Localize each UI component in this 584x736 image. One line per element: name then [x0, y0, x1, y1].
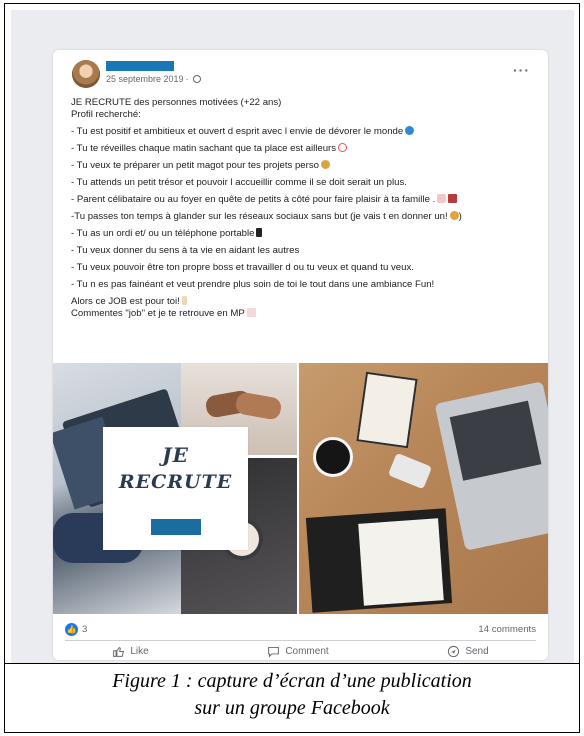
avatar[interactable]: [72, 60, 100, 88]
caption-divider: [4, 663, 580, 664]
like-reaction-icon: 👍: [65, 623, 78, 636]
facebook-post: 25 septembre 2019 · ··· JE RECRUTE des p…: [53, 50, 548, 660]
reactions-count: 3: [82, 624, 88, 635]
envelope-emoji-icon: [246, 308, 256, 317]
gift-emoji-icon: [448, 194, 458, 203]
post-date[interactable]: 25 septembre 2019: [106, 74, 184, 84]
post-line: Commentes "job" et je te retrouve en MP: [71, 308, 536, 320]
banner-line-2: RECRUTE: [118, 471, 233, 493]
post-photo-grid[interactable]: JE RECRUTE: [53, 363, 548, 614]
money-bag-emoji-icon: [320, 160, 330, 169]
post-line: - Tu veux pouvoir être ton propre boss e…: [71, 262, 414, 273]
reactions-summary[interactable]: 👍 3: [65, 623, 87, 636]
banner-bar: [151, 519, 201, 535]
post-line: - Tu te réveilles chaque matin sachant q…: [71, 143, 536, 155]
figure-caption: Figure 1 : capture d’écran d’une publica…: [4, 668, 580, 722]
recruit-banner: JE RECRUTE: [103, 427, 248, 550]
author-name-redacted[interactable]: [106, 61, 174, 71]
caption-line-1: Figure 1 : capture d’écran d’une publica…: [112, 670, 472, 692]
more-icon[interactable]: ···: [513, 62, 530, 78]
caption-line-2: sur un groupe Facebook: [194, 697, 390, 719]
comment-label: Comment: [285, 645, 329, 657]
figure-frame: 25 septembre 2019 · ··· JE RECRUTE des p…: [4, 3, 580, 733]
date-separator: ·: [185, 74, 189, 84]
post-line: - Parent célibataire ou au foyer en quêt…: [71, 194, 536, 206]
post-line: Profil recherché:: [71, 109, 141, 120]
earth-emoji-icon: [405, 126, 415, 135]
post-line: - Tu attends un petit trésor et pouvoir …: [71, 177, 407, 188]
banner-line-1: JE: [162, 443, 189, 467]
post-line: - Tu veux te préparer un petit magot pou…: [71, 160, 536, 172]
post-line: -Tu passes ton temps à glander sur les r…: [71, 211, 462, 222]
globe-icon: [192, 75, 201, 83]
like-button[interactable]: Like: [112, 643, 149, 659]
post-line: - Tu as un ordi et/ ou un téléphone port…: [71, 228, 536, 240]
post-line: Alors ce JOB est pour toi!: [71, 296, 536, 308]
like-label: Like: [130, 645, 149, 657]
post-line: JE RECRUTE des personnes motivées (+22 a…: [71, 97, 282, 108]
post-line: - Tu est positif et ambitieux et ouvert …: [71, 126, 536, 138]
send-button[interactable]: Send: [447, 643, 489, 659]
send-label: Send: [465, 645, 489, 657]
comments-count[interactable]: 14 comments: [478, 624, 536, 635]
comment-icon: [268, 646, 280, 658]
phone-emoji-icon: [256, 228, 263, 237]
send-icon: [448, 645, 460, 657]
screenshot-area: 25 septembre 2019 · ··· JE RECRUTE des p…: [11, 10, 574, 663]
post-meta: 25 septembre 2019 ·: [106, 74, 201, 84]
post-line: - Tu n es pas fainéant et veut prendre p…: [71, 279, 435, 290]
alarm-clock-emoji-icon: [338, 143, 348, 152]
thumbs-up-icon: [113, 646, 125, 657]
photo-desk-workspace[interactable]: [299, 363, 548, 614]
actions-divider: [65, 640, 536, 641]
comment-button[interactable]: Comment: [267, 643, 329, 659]
baby-bottle-emoji-icon: [437, 194, 447, 203]
person-emoji-icon: [449, 211, 459, 220]
post-line: - Tu veux donner du sens à ta vie en aid…: [71, 245, 300, 256]
post-text: JE RECRUTE des personnes motivées (+22 a…: [71, 97, 536, 320]
hand-emoji-icon: [181, 296, 187, 305]
post-actions: Like Comment Send: [53, 643, 548, 659]
